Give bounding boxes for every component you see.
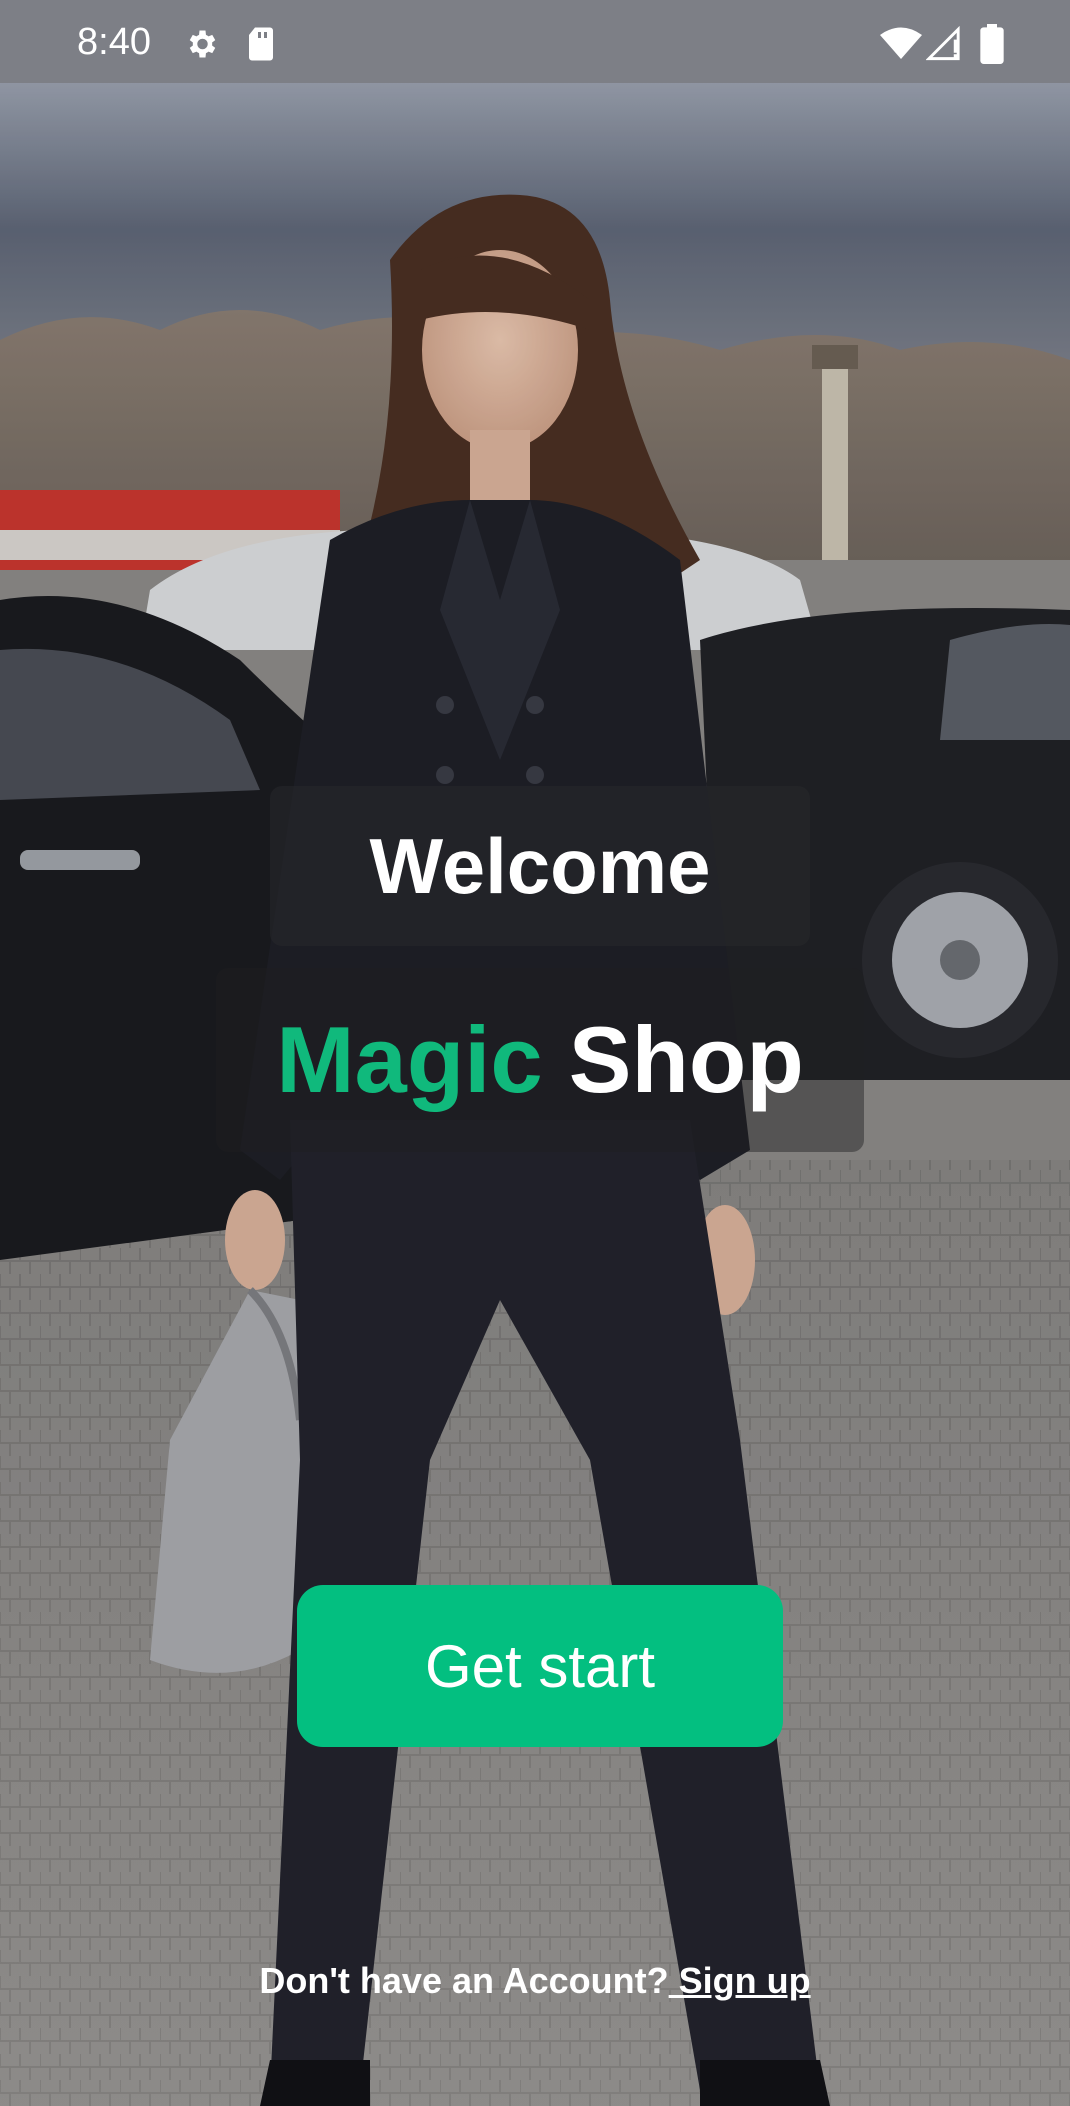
brand-banner: Magic Shop [216,968,864,1152]
brand-title: Magic Shop [276,1006,804,1114]
get-start-button[interactable]: Get start [297,1585,783,1747]
signup-prompt-row: Don't have an Account? Sign up [0,1960,1070,2002]
gear-icon [189,30,216,58]
status-time: 8:40 [77,21,151,63]
welcome-banner: Welcome [270,786,810,946]
welcome-screen: 8:40 Welcome Magic Shop Get start Don't … [0,0,1070,2106]
signup-link[interactable]: Sign up [669,1960,811,2001]
welcome-title: Welcome [369,821,711,910]
battery-icon [980,24,1004,64]
wifi-icon [880,27,922,59]
brand-rest-word: Shop [568,1007,804,1112]
status-bar: 8:40 [0,0,1070,83]
cell-signal-icon [926,26,960,61]
sd-card-icon [249,27,273,61]
signup-prompt-text: Don't have an Account? [259,1960,669,2001]
brand-accent-word: Magic [276,1007,543,1112]
